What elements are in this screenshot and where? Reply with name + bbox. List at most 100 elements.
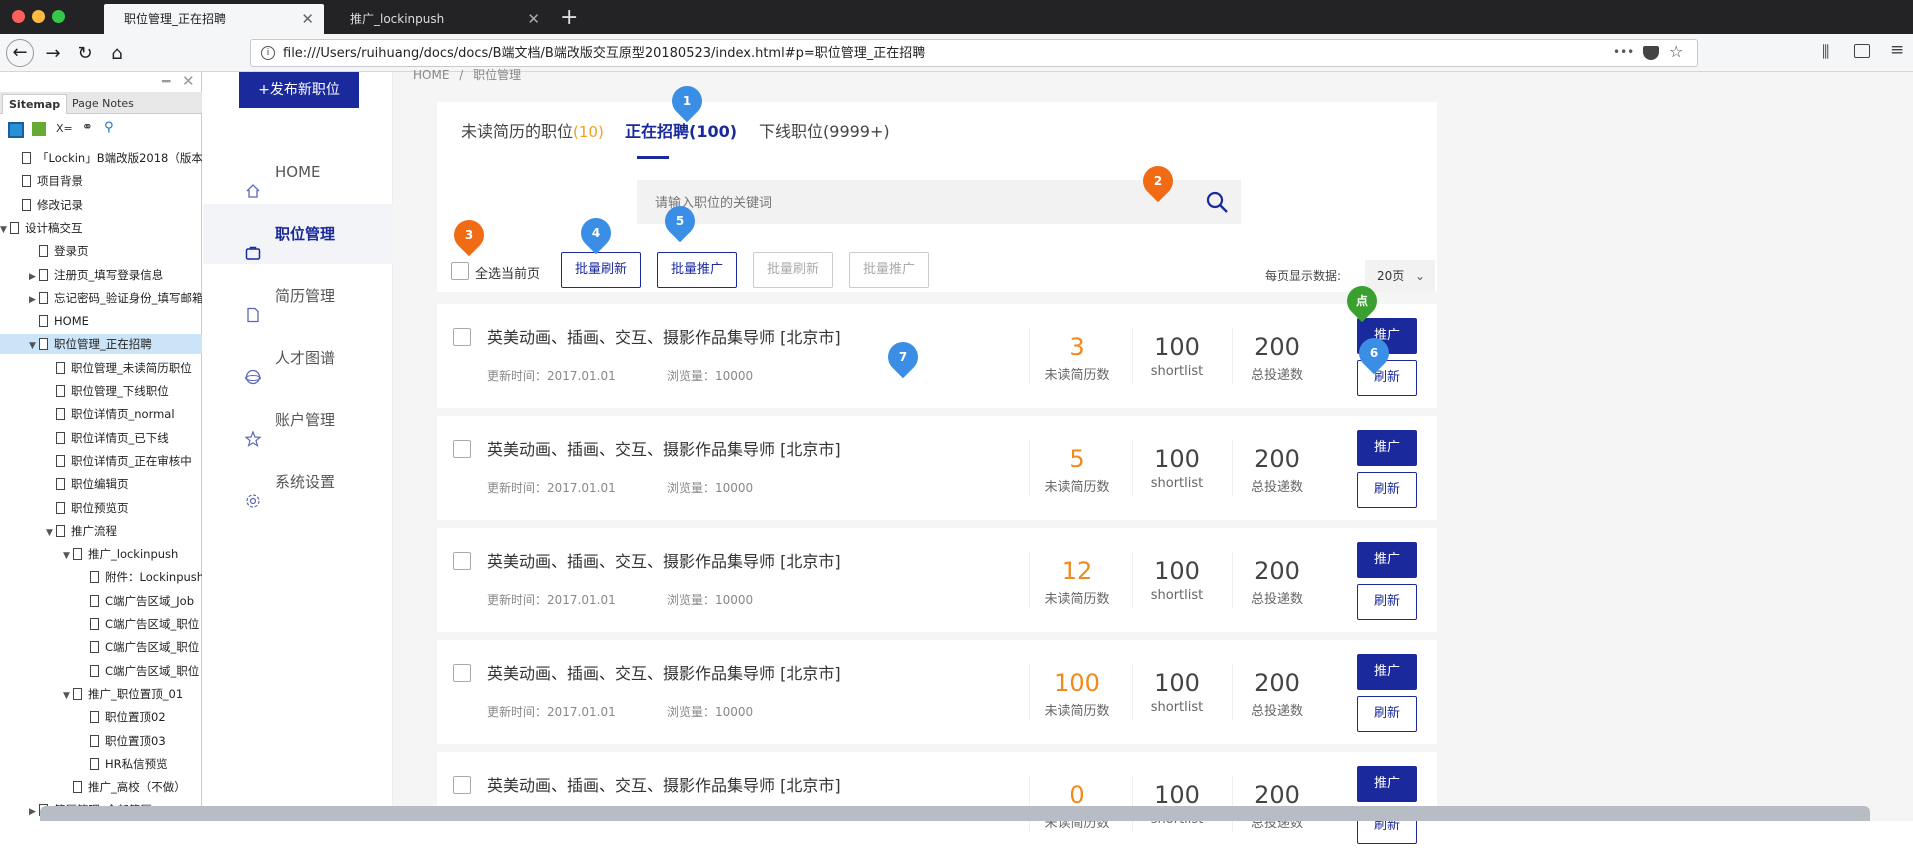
sitemap-item[interactable]: ▼ 推广_lockinpush [0, 544, 202, 564]
shortlist-stat[interactable]: 100 shortlist [1127, 556, 1227, 603]
sitemap-item[interactable]: 职位管理_未读简历职位 [0, 358, 202, 378]
nav-item-1[interactable]: 职位管理 [203, 204, 393, 264]
sitemap-item[interactable]: C端广告区域_Job [0, 591, 202, 611]
job-title[interactable]: 英美动画、插画、交互、摄影作品集导师 [北京市] [487, 772, 841, 796]
sitemap-item[interactable]: 职位详情页_已下线 [0, 428, 202, 448]
close-tab-icon[interactable]: ✕ [301, 4, 314, 34]
expand-arrow-icon[interactable]: ▼ [0, 220, 10, 238]
page-actions-icon[interactable]: ••• [1613, 45, 1634, 59]
forward-button[interactable]: → [40, 41, 66, 67]
unread-stat[interactable]: 5 未读简历数 [1027, 444, 1127, 495]
sitemap-item[interactable]: C端广告区域_职位 [0, 614, 202, 634]
bookmark-star-icon[interactable]: ☆ [1669, 42, 1683, 61]
job-title[interactable]: 英美动画、插画、交互、摄影作品集导师 [北京市] [487, 660, 841, 684]
collapse-arrow-icon[interactable]: ▶ [29, 802, 39, 818]
sitemap-item[interactable]: 附件：Lockinpush [0, 567, 202, 587]
job-title[interactable]: 英美动画、插画、交互、摄影作品集导师 [北京市] [487, 436, 841, 460]
select-all-checkbox[interactable] [451, 262, 469, 280]
nav-item-2[interactable]: 简历管理 [203, 266, 393, 326]
shortlist-stat[interactable]: 100 shortlist [1127, 332, 1227, 379]
unread-stat[interactable]: 3 未读简历数 [1027, 332, 1127, 383]
push-button[interactable]: 推广 [1357, 430, 1417, 466]
search-input[interactable] [637, 180, 1197, 224]
expand-arrow-icon[interactable]: ▼ [46, 523, 56, 541]
sidebar-toggle-icon[interactable] [1854, 44, 1870, 58]
link-icon[interactable]: ⚭ [82, 120, 93, 135]
expand-arrow-icon[interactable]: ▼ [63, 546, 73, 564]
sitemap-item[interactable]: ▼ 推广流程 [0, 521, 202, 541]
total-stat[interactable]: 200 总投递数 [1227, 444, 1327, 495]
close-tab-icon[interactable]: ✕ [527, 4, 540, 34]
total-stat[interactable]: 200 总投递数 [1227, 332, 1327, 383]
job-checkbox[interactable] [453, 440, 471, 458]
push-button[interactable]: 推广 [1357, 766, 1417, 802]
tab-recruiting[interactable]: 正在招聘(100) [625, 118, 737, 142]
search-icon[interactable]: ⚲ [104, 120, 114, 135]
tab-unread-resumes[interactable]: 未读简历的职位(10) [461, 118, 604, 142]
sitemap-item[interactable]: 修改记录 [0, 195, 202, 215]
annotation-marker-3[interactable]: 3 [447, 213, 491, 257]
variables-icon[interactable]: X= [56, 122, 73, 135]
sitemap-item[interactable]: 推广_高校（不做） [0, 777, 202, 797]
sitemap-item[interactable]: 职位置顶03 [0, 731, 202, 751]
new-tab-button[interactable]: + [560, 4, 578, 32]
home-icon[interactable]: ⌂ [104, 41, 130, 67]
annotation-marker-7[interactable]: 7 [881, 335, 925, 379]
nav-item-3[interactable]: 人才图谱 [203, 328, 393, 388]
publish-job-button[interactable]: +发布新职位 [239, 72, 359, 108]
sitemap-item[interactable]: 项目背景 [0, 171, 202, 191]
annotation-marker-6[interactable]: 6 [1352, 331, 1396, 375]
breadcrumb-home[interactable]: HOME [413, 68, 449, 82]
cursor-select-icon[interactable] [32, 122, 46, 136]
unread-stat[interactable]: 12 未读简历数 [1027, 556, 1127, 607]
sitemap-item[interactable]: ▼ 职位管理_正在招聘 [0, 334, 202, 355]
job-checkbox[interactable] [453, 328, 471, 346]
sitemap-item[interactable]: 职位详情页_正在审核中 [0, 451, 202, 471]
library-icon[interactable]: ⫼ [1822, 42, 1829, 62]
refresh-button[interactable]: 刷新 [1357, 472, 1417, 508]
pocket-icon[interactable] [1643, 46, 1659, 60]
annotation-marker-5[interactable]: 5 [658, 199, 702, 243]
sitemap-item[interactable]: 「Lockin」B端改版2018（版本 [0, 148, 202, 168]
nav-item-0[interactable]: HOME [203, 142, 393, 202]
bulk-push-disabled-button[interactable]: 批量推广 [849, 252, 929, 288]
browser-tab-active[interactable]: 职位管理_正在招聘 ✕ [104, 4, 324, 34]
sitemap-item[interactable]: C端广告区域_职位 [0, 637, 202, 657]
push-button[interactable]: 推广 [1357, 542, 1417, 578]
annotation-marker-4[interactable]: 4 [574, 211, 618, 255]
sitemap-view-icon[interactable] [8, 122, 24, 138]
tab-offline-jobs[interactable]: 下线职位(9999+) [759, 118, 890, 142]
sitemap-item[interactable]: ▼ 推广_职位置顶_01 [0, 684, 202, 704]
nav-item-4[interactable]: 账户管理 [203, 390, 393, 450]
annotation-marker-2[interactable]: 2 [1136, 159, 1180, 203]
nav-item-5[interactable]: 系统设置 [203, 452, 393, 512]
tab-sitemap[interactable]: Sitemap [2, 94, 68, 114]
close-window-button[interactable] [12, 10, 25, 23]
unread-stat[interactable]: 100 未读简历数 [1027, 668, 1127, 719]
minimize-window-button[interactable] [32, 10, 45, 23]
shortlist-stat[interactable]: 100 shortlist [1127, 444, 1227, 491]
expand-arrow-icon[interactable]: ▼ [63, 686, 73, 704]
info-icon[interactable]: i [261, 46, 275, 60]
sitemap-item[interactable]: 职位管理_下线职位 [0, 381, 202, 401]
sitemap-item[interactable]: 职位详情页_normal [0, 404, 202, 424]
refresh-button[interactable]: 刷新 [1357, 696, 1417, 732]
job-checkbox[interactable] [453, 776, 471, 794]
expand-arrow-icon[interactable]: ▼ [29, 336, 39, 354]
sitemap-item[interactable]: 登录页 [0, 241, 202, 261]
bulk-refresh-disabled-button[interactable]: 批量刷新 [753, 252, 833, 288]
menu-icon[interactable]: ≡ [1890, 40, 1904, 60]
collapse-panel-icon[interactable]: ━ [162, 74, 170, 90]
browser-tab[interactable]: 推广_lockinpush ✕ [330, 4, 550, 34]
tab-page-notes[interactable]: Page Notes [66, 94, 140, 114]
search-icon[interactable] [1205, 190, 1229, 214]
bulk-push-button[interactable]: 批量推广 [657, 252, 737, 288]
sitemap-item[interactable]: 职位置顶02 [0, 707, 202, 727]
close-panel-icon[interactable]: ✕ [182, 72, 195, 90]
shortlist-stat[interactable]: 100 shortlist [1127, 668, 1227, 715]
job-title[interactable]: 英美动画、插画、交互、摄影作品集导师 [北京市] [487, 324, 841, 348]
job-checkbox[interactable] [453, 664, 471, 682]
sitemap-item[interactable]: HOME [0, 311, 202, 331]
sitemap-item[interactable]: 职位编辑页 [0, 474, 202, 494]
job-title[interactable]: 英美动画、插画、交互、摄影作品集导师 [北京市] [487, 548, 841, 572]
